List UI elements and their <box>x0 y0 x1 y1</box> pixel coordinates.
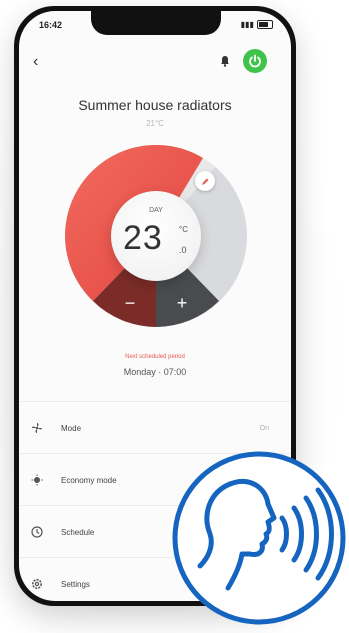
power-icon <box>249 54 261 68</box>
fan-icon <box>32 423 42 433</box>
gear-icon <box>32 579 42 589</box>
page-title: Summer house radiators <box>78 97 232 113</box>
sun-icon <box>31 474 43 486</box>
next-period-label: Next scheduled period <box>125 354 185 360</box>
menu-value: On <box>259 424 269 432</box>
target-temperature: 23 <box>123 219 163 257</box>
menu-label: Settings <box>61 579 90 589</box>
next-period-time: Monday · 07:00 <box>123 367 187 377</box>
period-label: DAY <box>149 207 163 214</box>
voice-assistant-icon <box>172 451 346 625</box>
menu-item-mode[interactable]: Mode On <box>19 401 291 454</box>
back-button[interactable]: ‹ <box>33 53 38 71</box>
phone-notch <box>91 11 221 35</box>
pencil-icon <box>201 178 208 185</box>
decrease-button[interactable]: − <box>115 293 145 314</box>
temperature-decimal: .0 <box>179 245 187 255</box>
bell-icon[interactable] <box>219 55 231 67</box>
menu-label: Schedule <box>61 527 95 537</box>
current-temperature: 21°C <box>146 119 164 128</box>
status-indicators: ▮▮▮ <box>241 20 273 29</box>
status-time: 16:42 <box>39 20 63 30</box>
battery-icon <box>257 20 273 29</box>
menu-label: Mode <box>61 423 82 433</box>
dial-handle[interactable] <box>195 171 215 191</box>
increase-button[interactable]: + <box>167 293 197 314</box>
clock-icon <box>31 526 43 538</box>
power-button[interactable] <box>243 49 267 73</box>
menu-label: Economy mode <box>61 475 117 485</box>
signal-icon: ▮▮▮ <box>240 20 254 29</box>
temperature-unit: °C <box>179 225 188 234</box>
